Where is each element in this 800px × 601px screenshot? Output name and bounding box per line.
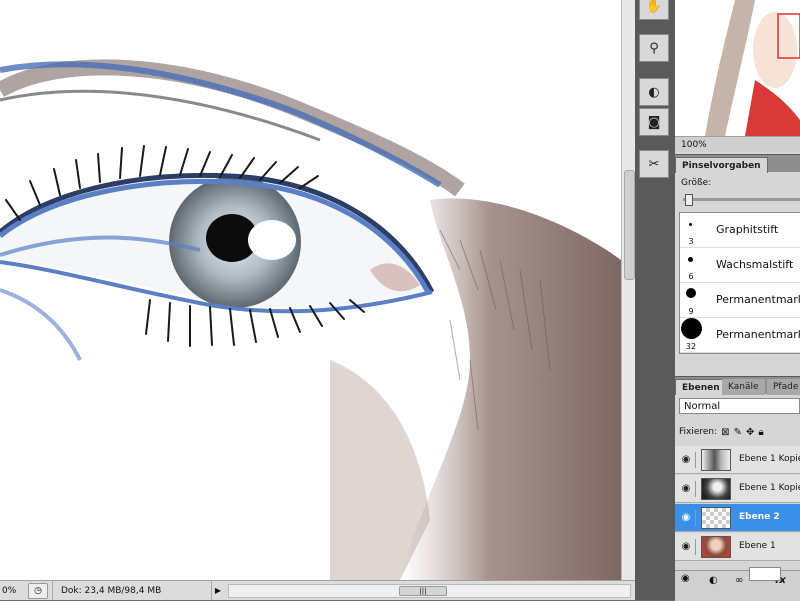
blend-mode-select[interactable]: Normal	[679, 398, 800, 414]
lock-label: Fixieren:	[679, 427, 718, 437]
quick-mask-icon[interactable]: ◙	[639, 108, 669, 136]
horizontal-scroll-thumb[interactable]: |||	[399, 585, 447, 596]
eye-icon[interactable]: ◉	[681, 573, 690, 584]
layer-name: Ebene 1	[739, 541, 776, 551]
layer-thumbnail	[701, 507, 731, 529]
navigator-zoom[interactable]: 100%	[675, 136, 800, 152]
layer-thumbnail	[701, 449, 731, 471]
brush-size: 9	[688, 307, 694, 316]
brush-tip-icon	[681, 318, 702, 339]
lock-move-icon[interactable]: ✥	[746, 427, 754, 438]
tab-brush-presets[interactable]: Pinselvorgaben	[675, 157, 768, 173]
layer-row[interactable]: ◉ Ebene 1 Kopie	[675, 475, 800, 503]
brush-name: Wachsmalstift	[716, 258, 794, 271]
layer-row-selected[interactable]: ◉ Ebene 2	[675, 504, 800, 532]
eye-artwork	[0, 0, 621, 580]
layer-thumbnail	[701, 536, 731, 558]
layer-name: Ebene 1 Kopie	[739, 454, 800, 464]
lock-all-icon[interactable]: 🔒︎	[758, 427, 763, 438]
status-bar: 0% ◷ Dok: 23,4 MB/98,4 MB ▶ |||	[0, 580, 635, 600]
layer-name: Ebene 2	[739, 512, 780, 522]
zoom-readout[interactable]: 0%	[0, 586, 24, 596]
puppet-icon[interactable]: ⚲	[639, 34, 669, 62]
tab-layers[interactable]: Ebenen	[675, 379, 727, 395]
brush-preset-item[interactable]: 32 Permanentmark	[680, 318, 800, 353]
brush-tip-icon	[688, 257, 693, 262]
clone-stamp-icon[interactable]: ✂	[639, 150, 669, 178]
layer-thumbnail	[701, 478, 731, 500]
lock-transparent-icon[interactable]: ⊠	[721, 427, 729, 438]
eye-icon[interactable]: ◉	[677, 481, 696, 497]
brush-size: 3	[688, 237, 694, 246]
lock-row: Fixieren: ⊠ ✎ ✥ 🔒︎	[679, 424, 800, 440]
link-icon[interactable]: ∞	[735, 575, 743, 586]
panels-area: 100% Pinselvorgaben Größe: 3 Graphitstif…	[675, 0, 800, 601]
eye-icon[interactable]: ◉	[677, 510, 696, 526]
mask-thumbnail	[749, 567, 781, 581]
brush-size: 32	[685, 342, 697, 351]
brush-tip-icon	[686, 288, 696, 298]
brush-preset-list[interactable]: 3 Graphitstift 6 Wachsmalstift 9 Permane…	[679, 212, 800, 354]
eye-icon[interactable]: ◉	[677, 539, 696, 555]
brush-size-knob[interactable]	[685, 194, 693, 206]
tool-strip: ✋ ⚲ ◐ ◙ ✂	[635, 0, 675, 600]
tab-channels[interactable]: Kanäle	[722, 379, 765, 395]
eye-icon[interactable]: ◉	[677, 452, 696, 468]
brush-name: Permanentmark	[716, 293, 800, 306]
status-arrow-icon[interactable]: ▶	[212, 586, 224, 595]
burn-tool-icon[interactable]: ◐	[639, 78, 669, 106]
lock-brush-icon[interactable]: ✎	[734, 427, 742, 438]
document-size: Dok: 23,4 MB/98,4 MB	[52, 581, 212, 600]
status-menu-icon[interactable]: ◷	[28, 582, 48, 599]
brush-preset-item[interactable]: 3 Graphitstift	[680, 213, 800, 248]
horizontal-scrollbar[interactable]: |||	[228, 583, 631, 598]
brush-name: Graphitstift	[716, 223, 779, 236]
vertical-scroll-thumb[interactable]	[624, 170, 635, 280]
brush-panel-tabbar: Pinselvorgaben	[675, 154, 800, 173]
layer-bottom-bar: ◉ ◐ ∞ fx	[675, 567, 800, 601]
navigator-thumbnail[interactable]	[675, 0, 800, 136]
brush-size-label: Größe:	[681, 178, 712, 188]
layer-row[interactable]: ◉ Ebene 1 Kopie	[675, 446, 800, 474]
brush-size: 6	[688, 272, 694, 281]
brush-preset-item[interactable]: 6 Wachsmalstift	[680, 248, 800, 283]
tab-paths[interactable]: Pfade	[767, 379, 800, 395]
layers-panel-tabbar: Ebenen Kanäle Pfade	[675, 376, 800, 395]
brush-preset-item[interactable]: 9 Permanentmark	[680, 283, 800, 318]
brush-tip-icon	[689, 223, 692, 226]
layer-row[interactable]: ◉ Ebene 1	[675, 533, 800, 561]
navigator-preview	[675, 0, 800, 136]
layer-name: Ebene 1 Kopie	[739, 483, 800, 493]
vertical-scrollbar[interactable]	[621, 0, 635, 580]
hand-tool-icon[interactable]: ✋	[639, 0, 669, 20]
brush-name: Permanentmark	[716, 328, 800, 341]
brush-size-slider[interactable]	[683, 198, 800, 201]
adjustment-icon[interactable]: ◐	[709, 575, 718, 586]
document-canvas[interactable]	[0, 0, 621, 580]
